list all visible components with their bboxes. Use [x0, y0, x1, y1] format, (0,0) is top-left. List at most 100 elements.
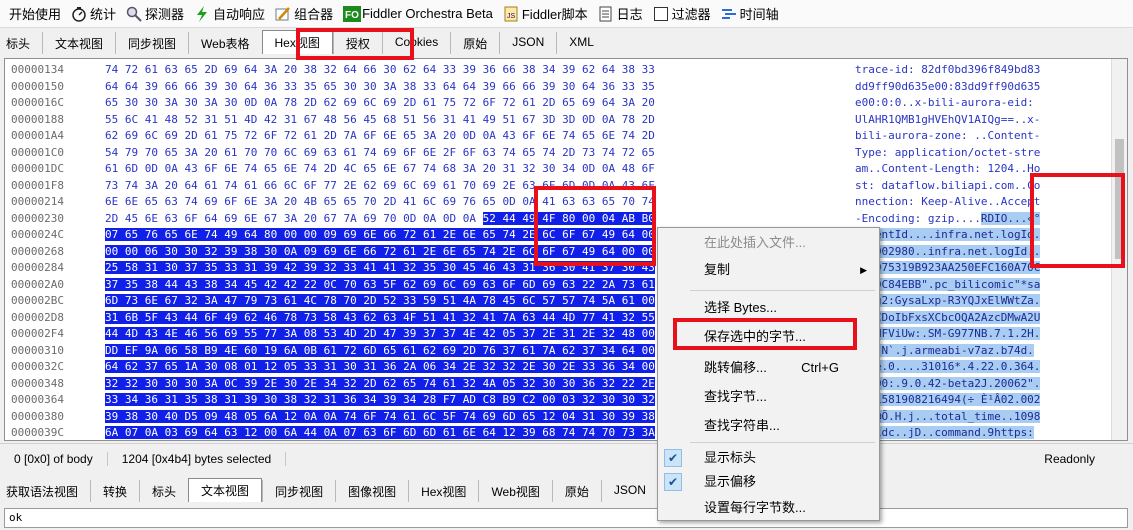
tab-1[interactable]: 文本视图: [42, 32, 116, 54]
ascii-text[interactable]: 980@Õ.H.j...total_time..1098: [855, 409, 1041, 426]
hex-bytes[interactable]: 31 6B 5F 43 44 6F 49 62 46 78 73 58 43 6…: [105, 310, 655, 327]
tab-7[interactable]: Web视图: [478, 480, 552, 502]
hex-row: 0000039C 6A 07 0A 03 69 64 63 12 00 6A 44…: [5, 425, 1105, 440]
vertical-scrollbar[interactable]: [1111, 59, 1127, 440]
hex-bytes[interactable]: 61 6D 0D 0A 43 6F 6E 74 65 6E 74 2D 4C 6…: [105, 161, 655, 178]
tab-3[interactable]: Web表格: [188, 32, 262, 54]
tb-autoresponder[interactable]: 自动响应: [189, 3, 270, 25]
tb-inspectors[interactable]: 探测器: [121, 3, 189, 25]
ascii-text[interactable]: UlAHR1QMB1gHVEhQV1AIQg==..x-: [855, 112, 1040, 129]
ascii-text[interactable]: db7e.0....31016*.4.22.0.364.: [855, 359, 1041, 376]
ascii-text[interactable]: ...002980..infra.net.logId..: [855, 244, 1041, 261]
ascii-text[interactable]: msng2:GysaLxp-R3YQJxElWWtZa.: [855, 293, 1041, 310]
ascii-text[interactable]: bili-aurora-zone: ..Content-: [855, 128, 1040, 145]
hex-bytes[interactable]: 39 38 30 40 D5 09 48 05 6A 12 0A 0A 74 6…: [105, 409, 655, 426]
tab-6[interactable]: Hex视图: [408, 480, 479, 502]
tab-8[interactable]: JSON: [499, 32, 557, 54]
hex-bytes[interactable]: 2D 45 6E 63 6F 64 69 6E 67 3A 20 67 7A 6…: [105, 211, 655, 228]
toolbar-label: 统计: [90, 7, 117, 22]
hex-bytes[interactable]: 00 00 06 30 30 32 39 38 30 0A 09 69 6E 6…: [105, 244, 655, 261]
hex-bytes[interactable]: 74 72 61 63 65 2D 69 64 3A 20 38 32 64 6…: [105, 62, 655, 79]
hex-bytes[interactable]: 32 32 30 30 30 3A 0C 39 2E 30 2E 34 32 2…: [105, 376, 655, 393]
menu-save-selected-bytes[interactable]: 保存选中的字节...: [658, 325, 879, 349]
tab-0[interactable]: 标头: [0, 32, 43, 54]
tab-6[interactable]: Cookies: [381, 32, 451, 54]
menu-find-string[interactable]: 查找字符串...: [658, 414, 879, 438]
ascii-text[interactable]: Type: application/octet-stre: [855, 145, 1040, 162]
hex-bytes[interactable]: 25 58 31 30 37 35 33 31 39 42 39 32 33 4…: [105, 260, 655, 277]
tab-5[interactable]: 授权: [332, 32, 382, 54]
hex-bytes[interactable]: 33 34 36 31 35 38 31 39 30 38 32 31 36 3…: [105, 392, 655, 409]
hex-view[interactable]: 00000134 74 72 61 63 65 2D 69 64 3A 20 38…: [4, 58, 1128, 441]
menu-goto-shortcut: Ctrl+G: [801, 360, 839, 375]
hex-bytes[interactable]: 6E 6E 65 63 74 69 6F 6E 3A 20 4B 65 65 7…: [105, 194, 655, 211]
tb-statistics[interactable]: 统计: [66, 3, 121, 25]
tab-7[interactable]: 原始: [450, 32, 500, 54]
tab-1[interactable]: 转换: [90, 480, 140, 502]
hex-bytes[interactable]: 54 79 70 65 3A 20 61 70 70 6C 69 63 61 7…: [105, 145, 655, 162]
hex-offset: 0000039C: [11, 426, 64, 439]
menu-goto-offset[interactable]: 跳转偏移... Ctrl+G: [658, 356, 879, 380]
tb-getting-started[interactable]: 开始使用: [4, 3, 66, 25]
menu-show-offset[interactable]: ✔ 显示偏移: [658, 470, 879, 494]
hex-bytes[interactable]: 6D 73 6E 67 32 3A 47 79 73 61 4C 78 70 2…: [105, 293, 655, 310]
ascii-text[interactable]: nnection: Keep-Alive..Accept: [855, 194, 1040, 211]
tb-filters[interactable]: 过滤器: [648, 3, 716, 25]
ascii-text[interactable]: st: dataflow.biliapi.com..Co: [855, 178, 1040, 195]
hex-row: 00000268 00 00 06 30 30 32 39 38 30 0A 09…: [5, 244, 1105, 261]
hex-bytes[interactable]: 73 74 3A 20 64 61 74 61 66 6C 6F 77 2E 6…: [105, 178, 655, 195]
ascii-text[interactable]: trace-id: 82df0bd396f849bd83: [855, 62, 1040, 79]
menu-show-header[interactable]: ✔ 显示标头: [658, 446, 879, 470]
tb-log[interactable]: 日志: [593, 3, 648, 25]
hex-bytes[interactable]: 65 30 30 3A 30 3A 30 0D 0A 78 2D 62 69 6…: [105, 95, 655, 112]
ascii-text[interactable]: 3461581908216494(÷ È¹Â02.002: [855, 392, 1041, 409]
hex-bytes[interactable]: 07 65 76 65 6E 74 49 64 80 00 00 09 69 6…: [105, 227, 655, 244]
ascii-text[interactable]: ÝïX¹N`.j.armeabi-v7az.b74d.: [855, 343, 1034, 360]
hex-bytes[interactable]: 55 6C 41 48 52 31 51 4D 42 31 67 48 56 4…: [105, 112, 655, 129]
scrollbar-thumb[interactable]: [1115, 139, 1124, 259]
hex-bytes[interactable]: DD EF 9A 06 58 B9 4E 60 19 6A 0B 61 72 6…: [105, 343, 655, 360]
menu-bytes-per-line[interactable]: 设置每行字节数...: [658, 496, 879, 520]
ascii-text[interactable]: DMCNFViUw:.SM-G977NB.7.1.2H.: [855, 326, 1041, 343]
ascii-text[interactable]: 22000:.9.0.42-beta2J.20062".: [855, 376, 1041, 393]
hex-bytes[interactable]: 6A 07 0A 03 69 64 63 12 00 6A 44 0A 07 6…: [105, 425, 655, 440]
tab-2[interactable]: 标头: [139, 480, 189, 502]
ascii-text[interactable]: dd9ff90d635e00:83dd9ff90d635: [855, 79, 1040, 96]
menu-find-bytes[interactable]: 查找字节...: [658, 385, 879, 409]
tab-4[interactable]: Hex视图: [261, 30, 333, 54]
tab-8[interactable]: 原始: [551, 480, 601, 502]
tab-4[interactable]: 同步视图: [262, 480, 336, 502]
tb-script[interactable]: JS Fiddler脚本: [498, 3, 593, 25]
ascii-text[interactable]: 758DC84EBB".pc_bilicomic"*sa: [855, 277, 1041, 294]
response-text-box[interactable]: ok: [4, 508, 1128, 528]
hex-offset: 000001C0: [11, 145, 64, 159]
hex-bytes[interactable]: 62 69 6C 69 2D 61 75 72 6F 72 61 2D 7A 6…: [105, 128, 655, 145]
tab-2[interactable]: 同步视图: [115, 32, 189, 54]
tab-0[interactable]: 获取语法视图: [0, 480, 91, 502]
tab-3[interactable]: 文本视图: [188, 478, 263, 502]
tb-orchestra[interactable]: FO Fiddler Orchestra Beta: [338, 3, 498, 25]
ascii-text[interactable]: e00:0:0..x-bili-aurora-eid:: [855, 95, 1040, 112]
tb-timeline[interactable]: 时间轴: [716, 3, 784, 25]
ascii-text[interactable]: j..idc..jD..command.9https:: [855, 425, 1034, 440]
tab-9[interactable]: JSON: [600, 480, 658, 502]
menu-show-header-label: 显示标头: [704, 450, 757, 465]
hex-bytes[interactable]: 37 35 38 44 43 38 34 45 42 42 22 0C 70 6…: [105, 277, 655, 294]
hex-bytes[interactable]: 44 4D 43 4E 46 56 69 55 77 3A 08 53 4D 2…: [105, 326, 655, 343]
fo-icon: FO: [343, 5, 362, 22]
ascii-text[interactable]: .eventId....infra.net.logId.: [855, 227, 1041, 244]
tab-5[interactable]: 图像视图: [335, 480, 409, 502]
ascii-text[interactable]: %X1075319B923AA250EFC160A70C: [855, 260, 1041, 277]
tab-9[interactable]: XML: [556, 32, 606, 54]
ascii-text[interactable]: am..Content-Length: 1204..Ho: [855, 161, 1040, 178]
menu-insert-file[interactable]: 在此处插入文件...: [658, 231, 879, 255]
hex-bytes[interactable]: 64 62 37 65 1A 30 08 01 12 05 33 31 30 3…: [105, 359, 655, 376]
ascii-text[interactable]: -Encoding: gzip....RDIO...«°: [855, 211, 1041, 228]
checkbox-icon: [653, 6, 669, 22]
tb-composer[interactable]: 组合器: [270, 3, 338, 25]
menu-select-bytes[interactable]: 选择 Bytes...: [658, 296, 879, 320]
menu-copy[interactable]: 复制 ▶: [658, 258, 879, 282]
hex-bytes[interactable]: 64 64 39 66 66 39 30 64 36 33 35 65 30 3…: [105, 79, 655, 96]
pencil-icon: [275, 6, 291, 22]
ascii-text[interactable]: 1k_CDoIbFxsXCbcOQA2AzcDMwA2U: [855, 310, 1041, 327]
